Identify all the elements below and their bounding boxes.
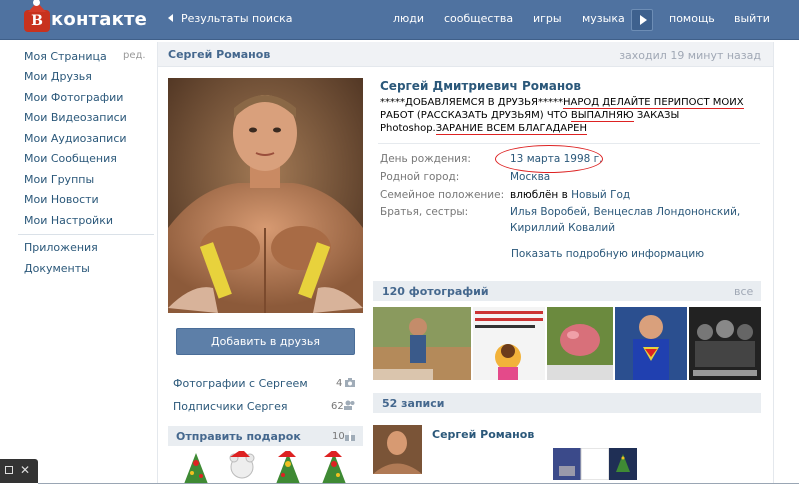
nav-games[interactable]: игры xyxy=(533,12,562,25)
music-play-icon[interactable] xyxy=(631,9,653,31)
nav-people[interactable]: люди xyxy=(393,12,424,25)
sidebar-item-audios[interactable]: Мои Аудиозаписи xyxy=(24,132,127,145)
logo-badge: В xyxy=(24,10,50,32)
siblings-label: Братья, сестры: xyxy=(380,206,469,218)
gift-tree-1[interactable] xyxy=(184,453,208,484)
gift-icon xyxy=(345,431,355,441)
followers-count: 62 xyxy=(331,401,344,412)
photo-thumb-2[interactable] xyxy=(473,307,545,380)
gift-items xyxy=(184,451,346,484)
gift-tree-2[interactable] xyxy=(276,451,300,484)
users-icon xyxy=(344,400,355,410)
photo-thumb-1[interactable] xyxy=(373,307,471,380)
wall-title[interactable]: 52 записи xyxy=(382,397,445,410)
birthday-highlight-circle xyxy=(495,145,603,173)
photo-thumb-4-image xyxy=(615,307,687,380)
sidebar-item-settings[interactable]: Мои Настройки xyxy=(24,214,113,227)
photo-thumb-5-image xyxy=(689,307,761,380)
sidebar-item-groups[interactable]: Мои Группы xyxy=(24,173,94,186)
sidebar-item-documents[interactable]: Документы xyxy=(24,262,90,275)
main-border-left xyxy=(157,42,158,484)
photos-with-user-link[interactable]: Фотографии с Сергеем xyxy=(173,377,308,390)
camera-icon xyxy=(345,378,355,387)
nav-music[interactable]: музыка xyxy=(582,12,625,25)
photo-thumb-4[interactable] xyxy=(615,307,687,380)
post-author-avatar[interactable] xyxy=(373,425,422,474)
mini-widget[interactable]: ✕ xyxy=(0,459,38,483)
widget-close-icon[interactable]: ✕ xyxy=(20,463,30,477)
info-divider xyxy=(378,143,760,144)
last-seen-status: заходил 19 минут назад xyxy=(619,49,761,62)
family-link[interactable]: Новый Год xyxy=(571,189,630,201)
nav-help[interactable]: помощь xyxy=(669,12,715,25)
hometown-value[interactable]: Москва xyxy=(510,171,550,183)
photo-thumb-1-image xyxy=(373,307,471,380)
photo-thumb-3[interactable] xyxy=(547,307,613,380)
sidebar-divider xyxy=(18,234,154,235)
gift-bear[interactable] xyxy=(229,451,255,479)
profile-header-name: Сергей Романов xyxy=(168,48,271,61)
sidebar-item-messages[interactable]: Мои Сообщения xyxy=(24,152,117,165)
sidebar-edit-link[interactable]: ред. xyxy=(123,50,146,61)
show-more-info-link[interactable]: Показать подробную информацию xyxy=(511,248,704,260)
photo-thumb-3-image xyxy=(547,307,613,380)
status-part: РАБОТ (РАССКАЗАТЬ ДРУЗЬЯМ) ЧТО xyxy=(380,110,571,121)
sidebar-item-news[interactable]: Мои Новости xyxy=(24,193,99,206)
sidebar-item-videos[interactable]: Мои Видеозаписи xyxy=(24,111,127,124)
vk-logo[interactable]: В контакте xyxy=(24,0,152,34)
photo-thumb-5[interactable] xyxy=(689,307,761,380)
profile-full-name: Сергей Дмитриевич Романов xyxy=(380,79,582,93)
followers-link[interactable]: Подписчики Сергея xyxy=(173,400,288,413)
nav-logout[interactable]: выйти xyxy=(734,12,770,25)
back-arrow-icon xyxy=(168,14,173,22)
photos-title[interactable]: 120 фотографий xyxy=(382,285,489,298)
sidebar-item-my-page[interactable]: Моя Страница xyxy=(24,50,107,63)
family-label: Семейное положение: xyxy=(380,189,505,201)
logo-text: контакте xyxy=(51,9,148,30)
siblings-line-1[interactable]: Илья Воробей, Венцеслав Лондононский, xyxy=(510,206,740,218)
profile-status: *****ДОБАВЛЯЕМСЯ В ДРУЗЬЯ*****НАРОД ДЕЛА… xyxy=(380,96,745,135)
status-part-underlined: ЗАРАНИЕ ВСЕМ БЛАГАДАРЕН xyxy=(435,123,587,135)
photo-thumb-2-image xyxy=(473,307,545,380)
gift-tree-3[interactable] xyxy=(322,451,346,484)
back-to-search-link[interactable]: Результаты поиска xyxy=(168,12,293,25)
photos-with-user-count: 4 xyxy=(336,378,343,389)
post-attachment-images[interactable] xyxy=(553,448,637,480)
sidebar-item-friends[interactable]: Мои Друзья xyxy=(24,70,92,83)
add-friend-button[interactable]: Добавить в друзья xyxy=(176,328,355,355)
post-author-avatar-image xyxy=(373,425,422,474)
family-value: влюблён в Новый Год xyxy=(510,189,630,201)
status-part: *****ДОБАВЛЯЕМСЯ В ДРУЗЬЯ***** xyxy=(380,97,563,108)
nav-communities[interactable]: сообщества xyxy=(444,12,513,25)
siblings-line-2[interactable]: Кириллий Ковалий xyxy=(510,222,615,234)
widget-square-icon[interactable] xyxy=(5,466,13,474)
post-author-name[interactable]: Сергей Романов xyxy=(432,428,534,441)
top-bar: В контакте Результаты поиска люди сообще… xyxy=(0,0,799,40)
gift-count: 10 xyxy=(332,431,345,442)
profile-photo[interactable] xyxy=(168,78,363,313)
sidebar-item-photos[interactable]: Мои Фотографии xyxy=(24,91,123,104)
family-prefix: влюблён в xyxy=(510,189,572,201)
photos-all-link[interactable]: все xyxy=(734,285,753,298)
status-part-underlined: ВЫПАЛНЯЮ xyxy=(570,110,634,122)
send-gift-title[interactable]: Отправить подарок xyxy=(176,430,301,443)
status-part-underlined: НАРОД ДЕЛАЙТЕ ПЕРИПОСТ МОИХ xyxy=(562,97,744,109)
profile-photo-image xyxy=(168,78,363,313)
sidebar-item-apps[interactable]: Приложения xyxy=(24,241,98,254)
main-border-right xyxy=(773,42,774,484)
hometown-label: Родной город: xyxy=(380,171,460,183)
birthday-label: День рождения: xyxy=(380,153,471,165)
